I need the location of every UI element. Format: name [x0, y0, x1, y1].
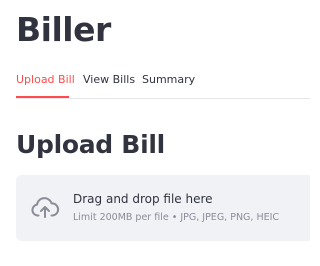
tab-summary[interactable]: Summary: [142, 70, 195, 98]
dropzone-limit-text: Limit 200MB per file • JPG, JPEG, PNG, H…: [73, 212, 280, 223]
tab-bar: Upload Bill View Bills Summary: [16, 70, 310, 99]
dropzone-instruction: Drag and drop file here: [73, 192, 213, 206]
file-dropzone[interactable]: Drag and drop file here Limit 200MB per …: [16, 175, 310, 241]
active-tab-indicator: [16, 96, 69, 98]
app-title: Biller: [16, 10, 111, 49]
tab-upload-bill[interactable]: Upload Bill: [16, 70, 75, 98]
cloud-upload-icon: [30, 193, 60, 223]
section-title: Upload Bill: [16, 130, 165, 159]
tab-view-bills[interactable]: View Bills: [83, 70, 135, 98]
page: Biller Upload Bill View Bills Summary Up…: [0, 0, 310, 266]
